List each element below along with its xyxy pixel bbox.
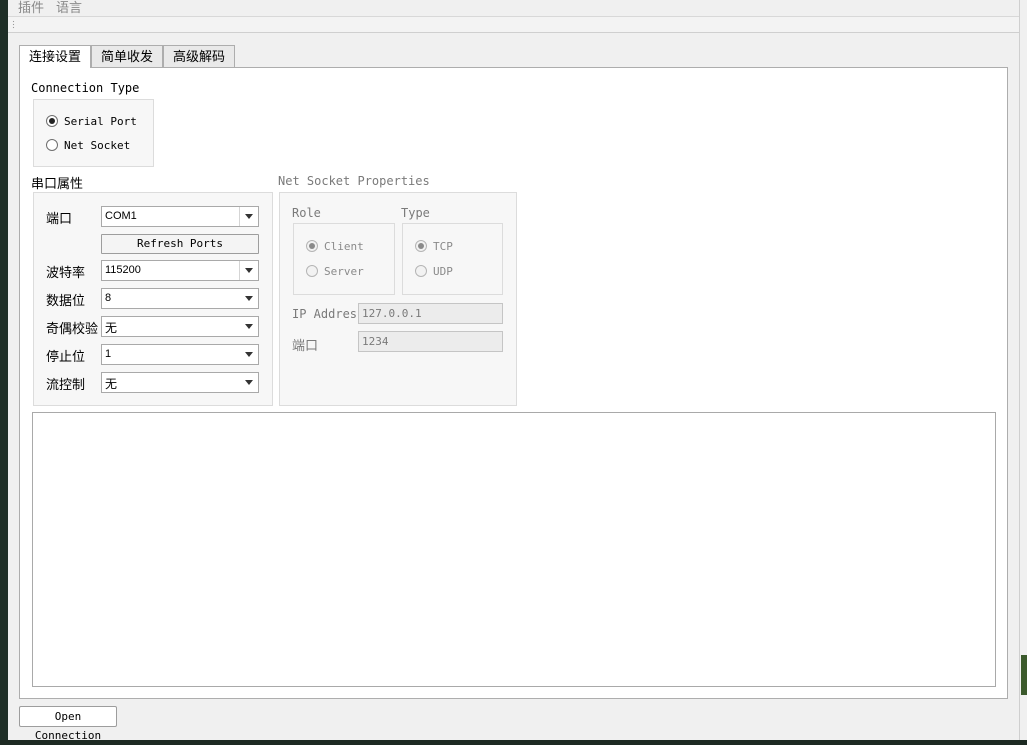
- chevron-down-icon: [240, 345, 258, 364]
- port-value: COM1: [105, 210, 137, 222]
- chevron-down-icon: [240, 317, 258, 336]
- desktop-background-fragment: [1021, 655, 1027, 695]
- client-radio[interactable]: Client: [306, 238, 364, 254]
- udp-label: UDP: [433, 264, 453, 278]
- serial-properties-title: 串口属性: [31, 176, 84, 191]
- radio-checked-icon: [306, 240, 318, 252]
- port-label: 端口: [46, 211, 73, 226]
- baud-rate-label: 波特率: [46, 265, 86, 280]
- parity-combo[interactable]: 无: [101, 316, 259, 337]
- chevron-down-icon: [240, 373, 258, 392]
- role-group: Client Server: [293, 223, 395, 295]
- net-socket-label: Net Socket: [64, 138, 131, 152]
- connection-type-group: Serial Port Net Socket: [33, 99, 154, 167]
- menu-item-plugins[interactable]: 插件: [18, 0, 44, 16]
- open-connection-button[interactable]: Open Connection: [19, 706, 117, 742]
- ip-address-label: IP Address: [292, 307, 365, 321]
- port-combo[interactable]: COM1: [101, 206, 259, 227]
- toolbar: [8, 17, 1019, 33]
- flow-control-label: 流控制: [46, 377, 86, 392]
- tab-simple-send-receive[interactable]: 简单收发: [91, 45, 163, 67]
- type-title: Type: [401, 206, 430, 220]
- radio-unchecked-icon: [306, 265, 318, 277]
- client-label: Client: [324, 239, 364, 253]
- net-port-input[interactable]: 1234: [358, 331, 503, 352]
- role-title: Role: [292, 206, 321, 220]
- flow-control-combo[interactable]: 无: [101, 372, 259, 393]
- udp-radio[interactable]: UDP: [415, 263, 453, 279]
- tab-panel-connection-settings: Connection Type Serial Port Net Socket 串…: [19, 67, 1008, 699]
- net-socket-radio[interactable]: Net Socket: [46, 137, 130, 153]
- connection-type-title: Connection Type: [31, 81, 140, 95]
- app-window: 插件 语言 连接设置 简单收发 高级解码 Connection Type Ser…: [8, 0, 1019, 742]
- radio-checked-icon: [415, 240, 427, 252]
- radio-unchecked-icon: [46, 139, 58, 151]
- net-socket-properties-title: Net Socket Properties: [278, 174, 430, 188]
- desktop-background-left: [0, 0, 8, 740]
- chevron-down-icon: [239, 207, 258, 226]
- parity-value: 无: [105, 321, 118, 335]
- baud-rate-combo[interactable]: 115200: [101, 260, 259, 281]
- tab-advanced-decode[interactable]: 高级解码: [163, 45, 235, 67]
- toolbar-grip-icon[interactable]: [12, 20, 15, 29]
- data-bits-combo[interactable]: 8: [101, 288, 259, 309]
- output-log-area[interactable]: [32, 412, 996, 687]
- baud-rate-value: 115200: [105, 264, 141, 276]
- net-socket-properties-group: Role Client Server Type TCP UDP IP Addre…: [279, 192, 517, 406]
- data-bits-label: 数据位: [46, 293, 86, 308]
- data-bits-value: 8: [105, 292, 112, 304]
- type-group: TCP UDP: [402, 223, 503, 295]
- chevron-down-icon: [239, 261, 258, 280]
- flow-control-value: 无: [105, 377, 118, 391]
- ip-address-input[interactable]: 127.0.0.1: [358, 303, 503, 324]
- tcp-label: TCP: [433, 239, 453, 253]
- net-port-label: 端口: [292, 338, 319, 353]
- radio-unchecked-icon: [415, 265, 427, 277]
- serial-port-radio[interactable]: Serial Port: [46, 113, 137, 129]
- stop-bits-value: 1: [105, 348, 112, 360]
- desktop-background-right: [1019, 0, 1027, 740]
- refresh-ports-button[interactable]: Refresh Ports: [101, 234, 259, 254]
- serial-properties-group: 端口 COM1 Refresh Ports 波特率 115200 数据位 8 奇…: [33, 192, 273, 406]
- server-radio[interactable]: Server: [306, 263, 364, 279]
- stop-bits-label: 停止位: [46, 349, 86, 364]
- tab-connection-settings[interactable]: 连接设置: [19, 45, 91, 68]
- chevron-down-icon: [240, 289, 258, 308]
- stop-bits-combo[interactable]: 1: [101, 344, 259, 365]
- serial-port-label: Serial Port: [64, 114, 137, 128]
- menu-bar: 插件 语言: [8, 0, 1019, 17]
- tcp-radio[interactable]: TCP: [415, 238, 453, 254]
- parity-label: 奇偶校验: [46, 321, 99, 336]
- server-label: Server: [324, 264, 364, 278]
- menu-item-language[interactable]: 语言: [56, 0, 82, 16]
- radio-checked-icon: [46, 115, 58, 127]
